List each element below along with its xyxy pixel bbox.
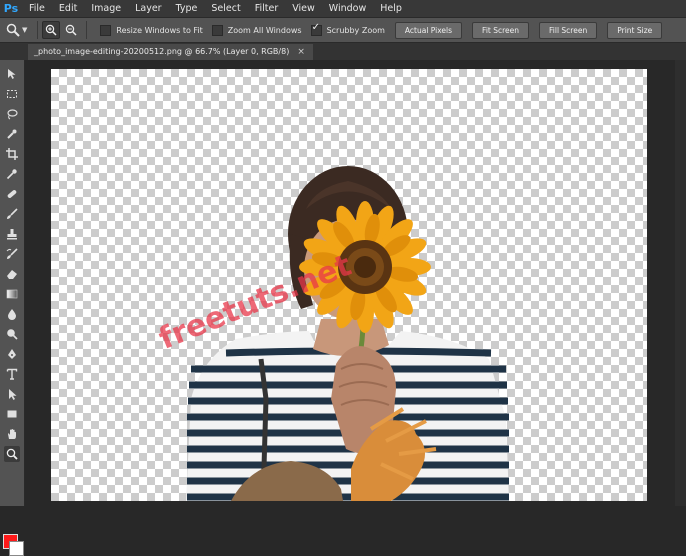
menu-layer[interactable]: Layer [128, 0, 169, 17]
checkbox-box[interactable] [100, 24, 112, 36]
menu-bar: Ps File Edit Image Layer Type Select Fil… [0, 0, 686, 17]
checkbox-box[interactable] [211, 24, 223, 36]
zoom-in-button[interactable] [42, 21, 61, 39]
zoom-out-icon [66, 24, 77, 36]
menu-view[interactable]: View [285, 0, 322, 17]
type-icon [6, 368, 18, 380]
rectangle-tool[interactable] [4, 406, 20, 422]
menu-file[interactable]: File [22, 0, 52, 17]
marquee-icon [7, 90, 17, 98]
scrubby-zoom-label: Scrubby Zoom [326, 25, 385, 35]
checkmark-icon: ✓ [311, 21, 320, 33]
hand-tool[interactable] [4, 426, 20, 442]
fit-screen-button[interactable]: Fit Screen [472, 21, 530, 39]
actual-pixels-button[interactable]: Actual Pixels [394, 21, 463, 39]
eraser-tool[interactable] [4, 266, 20, 282]
menu-edit[interactable]: Edit [52, 0, 84, 17]
zoom-icon [6, 23, 20, 37]
document-canvas[interactable]: freetuts.net [51, 69, 647, 501]
blur-tool[interactable] [4, 306, 20, 322]
zoom-icon [6, 448, 18, 460]
chevron-down-icon[interactable]: ▼ [22, 26, 27, 34]
zoom-all-windows-checkbox[interactable]: Zoom All Windows [211, 24, 302, 36]
dodge-icon [7, 329, 18, 340]
menu-filter[interactable]: Filter [248, 0, 286, 17]
resize-windows-label: Resize Windows to Fit [116, 25, 203, 35]
options-bar: ▼ Resize Windows to Fit Zoom All Windows… [0, 17, 686, 43]
menu-select[interactable]: Select [204, 0, 247, 17]
blur-icon [8, 309, 16, 320]
zoom-tool[interactable] [4, 446, 20, 462]
document-tab[interactable]: _photo_image-editing-20200512.png @ 66.7… [28, 44, 313, 60]
background-color-swatch[interactable] [9, 541, 24, 556]
lasso-tool[interactable] [4, 106, 20, 122]
menu-image[interactable]: Image [84, 0, 128, 17]
document-tab-bar: _photo_image-editing-20200512.png @ 66.7… [0, 43, 686, 60]
vertical-scrollbar[interactable] [675, 60, 686, 506]
menu-help[interactable]: Help [373, 0, 409, 17]
separator [37, 21, 39, 39]
rectangle-icon [7, 410, 17, 418]
zoom-in-icon [46, 24, 57, 36]
close-icon[interactable]: × [297, 44, 305, 60]
menu-type[interactable]: Type [169, 0, 205, 17]
scrubby-zoom-checkbox[interactable]: ✓ Scrubby Zoom [310, 21, 385, 36]
history-brush-icon [6, 248, 18, 259]
document-title: _photo_image-editing-20200512.png @ 66.7… [34, 47, 290, 56]
fill-screen-button[interactable]: Fill Screen [539, 21, 598, 39]
healing-brush-tool[interactable] [4, 186, 20, 202]
eraser-icon [7, 270, 17, 279]
crop-tool[interactable] [4, 146, 20, 162]
clone-stamp-icon [7, 229, 17, 240]
gradient-icon [6, 289, 18, 299]
brush-icon [7, 208, 18, 219]
marquee-tool[interactable] [4, 86, 20, 102]
move-tool[interactable] [4, 66, 20, 82]
tools-panel [0, 60, 25, 556]
gradient-tool[interactable] [4, 286, 20, 302]
path-select-icon [9, 389, 17, 400]
zoom-out-button[interactable] [62, 21, 80, 39]
clone-stamp-tool[interactable] [4, 226, 20, 242]
pen-icon [8, 349, 16, 359]
photo-layer: freetuts.net [154, 166, 510, 501]
menu-window[interactable]: Window [322, 0, 373, 17]
path-select-tool[interactable] [4, 386, 20, 402]
brush-tool[interactable] [4, 206, 20, 222]
quick-select-tool[interactable] [4, 126, 20, 142]
healing-brush-icon [7, 190, 17, 198]
lasso-icon [7, 109, 18, 120]
photoshop-logo: Ps [3, 2, 19, 15]
eyedropper-tool[interactable] [4, 166, 20, 182]
checkbox-box[interactable]: ✓ [310, 21, 322, 36]
dodge-tool[interactable] [4, 326, 20, 342]
history-brush-tool[interactable] [4, 246, 20, 262]
type-tool[interactable] [4, 366, 20, 382]
pen-tool[interactable] [4, 346, 20, 362]
zoom-all-windows-label: Zoom All Windows [227, 25, 302, 35]
quick-select-icon [7, 129, 17, 139]
crop-icon [6, 148, 18, 160]
separator [86, 21, 88, 39]
resize-windows-checkbox[interactable]: Resize Windows to Fit [100, 24, 203, 36]
hand-icon [8, 429, 16, 439]
eyedropper-icon [6, 169, 17, 180]
move-icon [8, 69, 16, 79]
print-size-button[interactable]: Print Size [607, 21, 663, 39]
